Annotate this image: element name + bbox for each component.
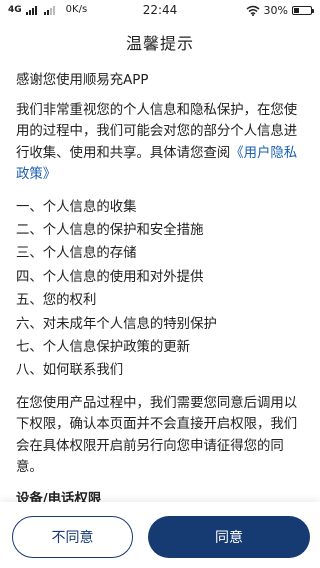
permission-note: 在您使用产品过程中，我们需要您同意后调用以下权限，确认本页面并不会直接开启权限，… bbox=[16, 395, 298, 476]
policy-toc-list: 一、个人信息的收集 二、个人信息的保护和安全措施 三、个人信息的存储 四、个人信… bbox=[16, 196, 306, 383]
toc-item: 二、个人信息的保护和安全措施 bbox=[16, 222, 204, 238]
wifi-icon bbox=[246, 5, 260, 16]
disagree-button[interactable]: 不同意 bbox=[12, 516, 133, 558]
battery-percent: 30% bbox=[263, 4, 288, 17]
policy-content: 感谢您使用顺易充APP 我们非常重视您的个人信息和隐私保护，在您使用的过程中，我… bbox=[16, 70, 306, 510]
status-right: 30% bbox=[246, 4, 314, 17]
battery-level bbox=[294, 8, 299, 13]
dialog-title: 温馨提示 bbox=[125, 34, 194, 53]
greeting-text: 感谢您使用顺易充APP bbox=[16, 73, 149, 88]
toc-item: 七、个人信息保护政策的更新 bbox=[16, 339, 191, 355]
toc-item: 四、个人信息的使用和对外提供 bbox=[16, 269, 204, 285]
toc-item: 一、个人信息的收集 bbox=[16, 199, 137, 215]
battery-icon bbox=[292, 6, 314, 15]
intro-paragraph: 我们非常重视您的个人信息和隐私保护，在您使用的过程中，我们可能会对您的部分个人信… bbox=[16, 100, 306, 186]
toc-item: 五、您的权利 bbox=[16, 293, 97, 309]
toc-item: 六、对未成年个人信息的特别保护 bbox=[16, 316, 217, 332]
toc-item: 八、如何联系我们 bbox=[16, 363, 124, 379]
agree-button[interactable]: 同意 bbox=[148, 516, 310, 558]
toc-item: 三、个人信息的存储 bbox=[16, 246, 137, 262]
privacy-dialog-screen: 4G 0K/s 22:44 30% 温馨提示 感谢您使用顺易充APP 我们非常重… bbox=[0, 0, 320, 568]
status-bar: 4G 0K/s 22:44 30% bbox=[0, 0, 320, 22]
button-bar: 不同意 同意 bbox=[0, 502, 320, 568]
